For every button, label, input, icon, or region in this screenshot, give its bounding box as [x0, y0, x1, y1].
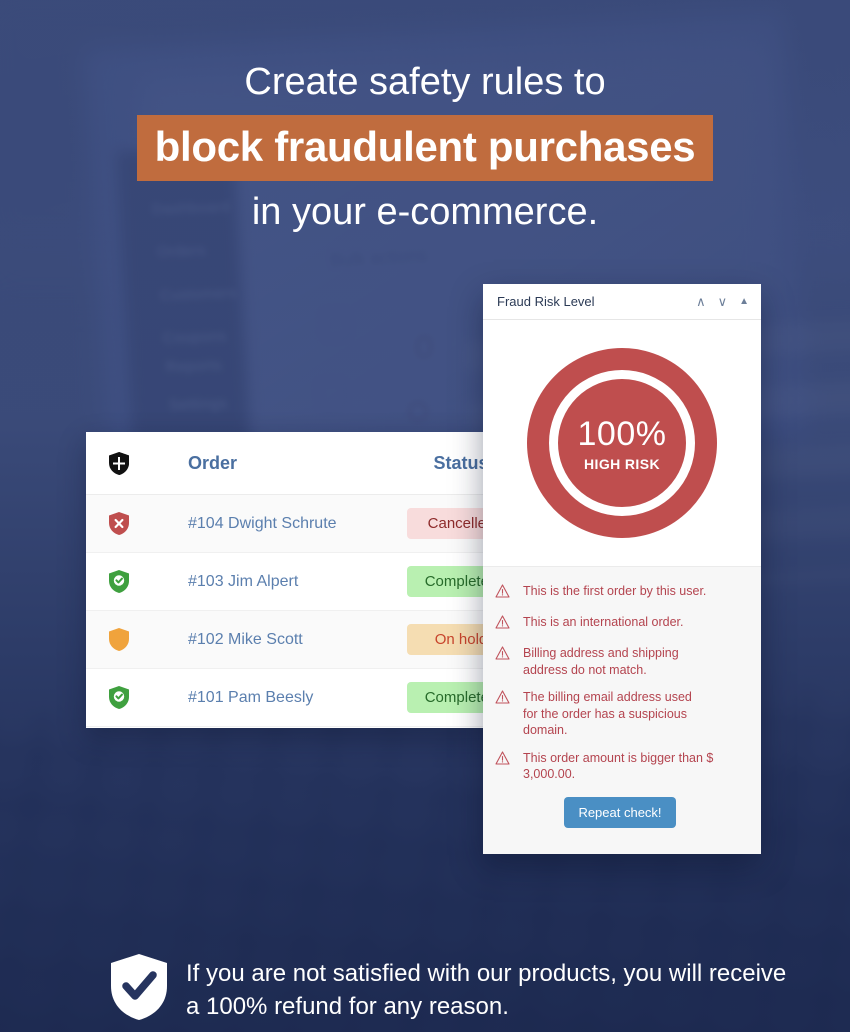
shield-check-icon	[108, 685, 166, 710]
warning-triangle-icon	[495, 614, 523, 634]
risk-gauge-text: 100% HIGH RISK	[578, 415, 667, 472]
warning-triangle-icon	[495, 750, 523, 770]
guarantee-banner: If you are not satisfied with our produc…	[108, 952, 788, 1027]
table-row[interactable]: #102 Mike Scott On hold	[86, 611, 541, 669]
warning-text: This is an international order.	[523, 615, 684, 629]
warning-triangle-icon	[495, 689, 523, 709]
risk-gauge: 100% HIGH RISK	[527, 348, 717, 538]
risk-percent: 100%	[577, 414, 667, 453]
headline: Create safety rules to block fraudulent …	[0, 55, 850, 239]
warning-triangle-icon	[495, 645, 523, 665]
warning-text: This order amount is bigger than $ 3,000…	[523, 750, 714, 782]
chevron-up-icon[interactable]: ∧	[696, 295, 706, 308]
shield-check-icon	[108, 952, 186, 1027]
order-label[interactable]: #104 Dwight Schrute	[166, 515, 381, 533]
shield-icon	[108, 451, 166, 476]
shield-cancel-icon	[108, 511, 166, 536]
warning-text: This is the first order by this user.	[523, 584, 707, 598]
list-item: This order amount is bigger than $ 3,000…	[495, 750, 745, 783]
collapse-triangle-icon[interactable]: ▲	[739, 296, 749, 307]
fraud-risk-panel: Fraud Risk Level ∧ ∨ ▲ 100% HIGH RISK Th…	[483, 284, 761, 854]
risk-level-label: HIGH RISK	[584, 455, 660, 472]
fraud-panel-title: Fraud Risk Level	[497, 294, 595, 309]
repeat-check-button[interactable]: Repeat check!	[564, 796, 676, 828]
fraud-warnings-list: This is the first order by this user. Th…	[483, 567, 761, 854]
list-item: This is the first order by this user.	[495, 583, 745, 603]
column-header-order[interactable]: Order	[166, 453, 381, 474]
list-item: This is an international order.	[495, 614, 745, 634]
orders-table-header: Order Status	[86, 432, 541, 495]
table-row[interactable]: #104 Dwight Schrute Cancelled	[86, 495, 541, 553]
orders-table-card: Order Status #104 Dwight Schrute Cancell…	[86, 432, 541, 728]
table-row[interactable]: #103 Jim Alpert Completed	[86, 553, 541, 611]
order-label[interactable]: #103 Jim Alpert	[166, 573, 381, 591]
chevron-down-icon[interactable]: ∨	[718, 295, 728, 308]
warning-text: Billing address and shipping address do …	[523, 646, 679, 677]
order-label[interactable]: #102 Mike Scott	[166, 631, 381, 649]
shield-check-icon	[108, 569, 166, 594]
list-item: Billing address and shipping address do …	[495, 645, 745, 678]
list-item: The billing email address used for the o…	[495, 689, 745, 739]
headline-line-1: Create safety rules to	[244, 61, 606, 103]
shield-plain-icon	[108, 627, 166, 652]
fraud-panel-header: Fraud Risk Level ∧ ∨ ▲	[483, 284, 761, 320]
table-row[interactable]: #101 Pam Beesly Completed	[86, 669, 541, 727]
order-label[interactable]: #101 Pam Beesly	[166, 689, 381, 707]
warning-text: The billing email address used for the o…	[523, 690, 692, 737]
headline-highlight: block fraudulent purchases	[136, 115, 714, 181]
repeat-check-wrapper: Repeat check!	[495, 796, 745, 828]
headline-line-3: in your e-commerce.	[251, 191, 599, 233]
fraud-gauge-area: 100% HIGH RISK	[483, 320, 761, 567]
warning-triangle-icon	[495, 583, 523, 603]
guarantee-text: If you are not satisfied with our produc…	[186, 959, 787, 1020]
